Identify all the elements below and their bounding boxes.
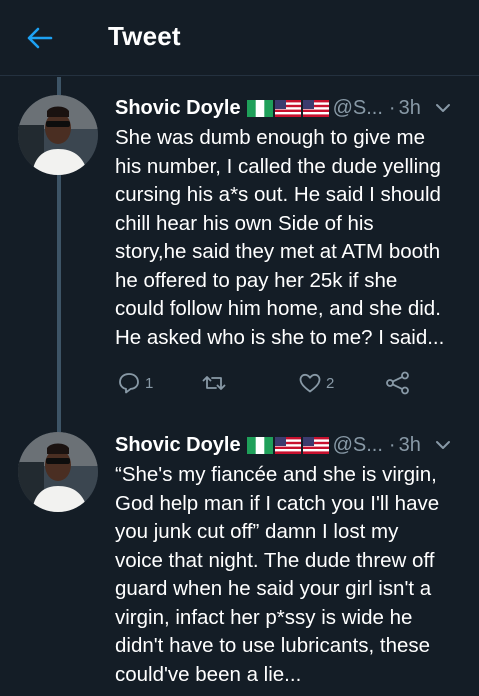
author-handle[interactable]: @S... bbox=[333, 97, 383, 120]
chevron-down-icon[interactable] bbox=[435, 102, 451, 114]
chevron-down-icon[interactable] bbox=[435, 439, 451, 451]
tweet-text: She was dumb enough to give me his numbe… bbox=[115, 126, 445, 349]
reply-icon bbox=[119, 373, 139, 394]
author-name[interactable]: Shovic Doyle bbox=[115, 97, 241, 120]
avatar[interactable] bbox=[18, 432, 98, 512]
flag-emojis bbox=[246, 436, 329, 454]
separator-dot: · bbox=[388, 96, 396, 119]
retweet-button[interactable] bbox=[201, 371, 227, 395]
flag-emojis bbox=[246, 99, 329, 117]
tweet-2[interactable]: Shovic Doyle @S... · 3h “She's my fiancé… bbox=[0, 432, 479, 696]
avatar[interactable] bbox=[18, 95, 98, 175]
timestamp[interactable]: 3h bbox=[399, 434, 421, 457]
thread-line-top bbox=[57, 77, 61, 95]
share-button[interactable] bbox=[385, 371, 411, 395]
author-handle[interactable]: @S... bbox=[333, 434, 383, 457]
share-icon bbox=[386, 371, 409, 395]
page-title: Tweet bbox=[108, 21, 181, 51]
nigeria-flag-icon bbox=[246, 99, 273, 117]
tweet-actions: 1 2 bbox=[115, 369, 415, 397]
tweet-thread-screen: Tweet Shovic Doyle @S... · 3h She was du… bbox=[0, 0, 479, 696]
us-flag-icon bbox=[302, 99, 329, 117]
reply-count: 1 bbox=[145, 374, 154, 392]
author-name[interactable]: Shovic Doyle bbox=[115, 434, 241, 457]
tweet-header: Shovic Doyle @S... · 3h bbox=[115, 95, 465, 121]
like-count: 2 bbox=[326, 374, 335, 392]
us-flag-icon bbox=[274, 99, 301, 117]
retweet-icon bbox=[202, 376, 226, 390]
back-arrow-icon[interactable] bbox=[22, 22, 58, 54]
reply-button[interactable]: 1 bbox=[117, 371, 153, 395]
tweet-text: “She's my fiancée and she is virgin, God… bbox=[115, 463, 440, 686]
us-flag-icon bbox=[302, 436, 329, 454]
nigeria-flag-icon bbox=[246, 436, 273, 454]
timestamp[interactable]: 3h bbox=[399, 97, 421, 120]
tweet-header: Shovic Doyle @S... · 3h bbox=[115, 432, 465, 458]
us-flag-icon bbox=[274, 436, 301, 454]
like-button[interactable]: 2 bbox=[298, 371, 334, 395]
separator-dot: · bbox=[388, 433, 396, 456]
top-bar: Tweet bbox=[0, 0, 479, 76]
tweet-1[interactable]: Shovic Doyle @S... · 3h She was dumb eno… bbox=[0, 95, 479, 415]
heart-icon bbox=[299, 373, 321, 393]
